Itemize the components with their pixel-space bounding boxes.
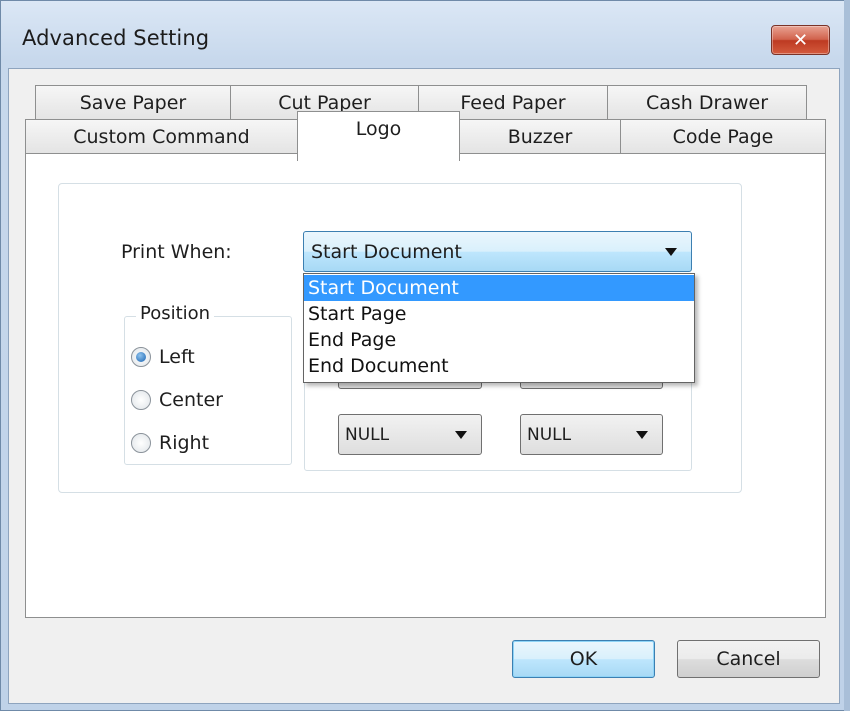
radio-label: Left	[159, 346, 195, 368]
radio-right[interactable]: Right	[131, 432, 209, 454]
dropdown-option-start-document[interactable]: Start Document	[304, 275, 694, 301]
tab-buzzer[interactable]: Buzzer	[459, 119, 621, 153]
tab-label: Code Page	[672, 125, 774, 148]
radio-button[interactable]	[131, 433, 151, 453]
radio-label: Right	[159, 432, 210, 454]
chevron-down-icon[interactable]	[665, 247, 677, 256]
radio-left[interactable]: Left	[131, 346, 195, 368]
print-when-dropdown-list: Start Document Start Page End Page End D…	[303, 273, 695, 383]
tab-cash-drawer[interactable]: Cash Drawer	[607, 85, 807, 119]
window-title: Advanced Setting	[22, 26, 210, 50]
tab-label: Save Paper	[79, 91, 187, 114]
radio-label: Center	[159, 389, 223, 411]
tab-label: Feed Paper	[460, 91, 566, 114]
cancel-button[interactable]: Cancel	[677, 640, 820, 678]
print-when-label: Print When:	[121, 241, 232, 263]
radio-button[interactable]	[131, 390, 151, 410]
dropdown-option-end-page[interactable]: End Page	[304, 327, 694, 353]
dropdown-option-end-document[interactable]: End Document	[304, 353, 694, 379]
logo-combo-left[interactable]: NULL	[338, 414, 482, 455]
tab-label: Custom Command	[73, 125, 250, 148]
dropdown-option-start-page[interactable]: Start Page	[304, 301, 694, 327]
tab-label: Buzzer	[507, 125, 573, 148]
logo-combo-right-value: NULL	[527, 424, 572, 445]
chevron-down-icon[interactable]	[636, 430, 648, 439]
tab-label: Cash Drawer	[645, 91, 768, 114]
radio-center[interactable]: Center	[131, 389, 223, 411]
tab-code-page[interactable]: Code Page	[620, 119, 826, 153]
print-when-select[interactable]: Start Document	[303, 231, 692, 272]
ok-button-label: OK	[569, 648, 598, 670]
cancel-button-label: Cancel	[716, 648, 781, 670]
radio-button-checked[interactable]	[131, 347, 151, 367]
ok-button[interactable]: OK	[512, 640, 655, 678]
tab-custom-command[interactable]: Custom Command	[25, 119, 298, 153]
print-when-value: Start Document	[311, 240, 462, 263]
logo-combo-left-value: NULL	[345, 424, 390, 445]
logo-combo-right[interactable]: NULL	[520, 414, 663, 455]
tab-save-paper[interactable]: Save Paper	[35, 85, 231, 119]
close-button[interactable]: ✕	[771, 25, 830, 55]
tab-label: Logo	[355, 117, 402, 140]
chevron-down-icon[interactable]	[455, 430, 467, 439]
position-group-label: Position	[136, 303, 215, 324]
window-frame-edge	[844, 0, 850, 711]
tab-logo[interactable]: Logo	[297, 111, 460, 161]
close-icon: ✕	[792, 29, 809, 51]
